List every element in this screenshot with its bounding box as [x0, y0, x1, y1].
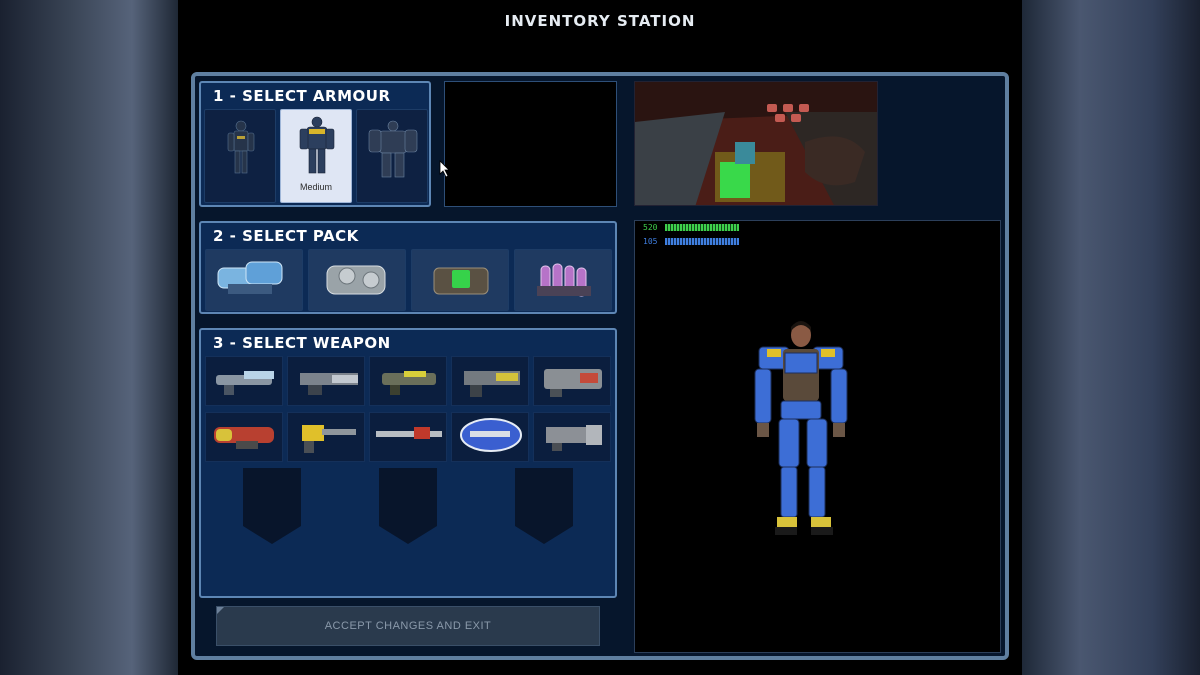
blaster-icon [216, 371, 274, 395]
armour-option-medium[interactable]: Medium [280, 109, 352, 203]
character-model [754, 321, 848, 535]
energy-bar [665, 238, 739, 245]
empty-weapon-slot[interactable] [515, 468, 573, 544]
medium-armour-icon [299, 116, 335, 174]
disc-launcher-icon [382, 371, 436, 395]
armour-option-light[interactable] [204, 109, 276, 203]
mortar-icon [544, 369, 602, 397]
shield-pack-icon [326, 265, 386, 295]
ammo-pack-icon [537, 263, 591, 297]
heavy-armour-icon [368, 120, 418, 178]
weapon-panel-title: 3 - SELECT WEAPON [213, 334, 391, 352]
pack-panel: 2 - SELECT PACK [199, 221, 617, 314]
weapon-option-grenade-launcher[interactable] [451, 356, 529, 406]
grenade-launcher-icon [464, 371, 520, 397]
energy-value: 105 [643, 237, 658, 246]
pack-option-energy[interactable] [205, 249, 303, 311]
weapon-option-missile-launcher[interactable] [533, 412, 611, 462]
character-model-view: 520 105 [634, 220, 1001, 653]
shocklance-icon [460, 418, 522, 452]
energy-pack-icon [217, 261, 283, 294]
armour-panel: 1 - SELECT ARMOUR Medium [199, 81, 431, 207]
weapon-option-laser-rifle[interactable] [369, 412, 447, 462]
weapon-option-blaster[interactable] [205, 356, 283, 406]
weapon-option-plasma-rifle[interactable] [287, 412, 365, 462]
repair-pack-icon [433, 267, 489, 295]
pack-option-repair[interactable] [411, 249, 509, 311]
weapon-option-shocklance[interactable] [451, 412, 529, 462]
pack-panel-title: 2 - SELECT PACK [213, 227, 359, 245]
missile-launcher-icon [546, 425, 602, 451]
weapon-option-fusion-mortar[interactable] [205, 412, 283, 462]
health-bar [665, 224, 739, 231]
weapon-option-disc-launcher[interactable] [369, 356, 447, 406]
armour-option-heavy[interactable] [356, 109, 428, 203]
station-scene-view [634, 81, 878, 206]
weapon-option-mortar[interactable] [533, 356, 611, 406]
armour-option-caption: Medium [299, 182, 332, 192]
armour-panel-title: 1 - SELECT ARMOUR [213, 87, 391, 105]
light-armour-icon [227, 120, 255, 174]
screen-title: INVENTORY STATION [504, 12, 696, 30]
mouse-cursor-icon [439, 160, 450, 178]
weapon-option-chaingun[interactable] [287, 356, 365, 406]
chaingun-icon [300, 373, 358, 395]
accept-changes-button[interactable]: ACCEPT CHANGES AND EXIT [216, 606, 600, 646]
plasma-rifle-icon [302, 425, 356, 453]
pack-option-shield[interactable] [308, 249, 406, 311]
pack-option-ammo[interactable] [514, 249, 612, 311]
laser-rifle-icon [376, 427, 442, 439]
fusion-mortar-icon [214, 427, 274, 449]
empty-weapon-slot[interactable] [379, 468, 437, 544]
weapon-panel: 3 - SELECT WEAPON [199, 328, 617, 598]
armour-preview-box [444, 81, 617, 207]
health-value: 520 [643, 223, 658, 232]
empty-weapon-slot[interactable] [243, 468, 301, 544]
